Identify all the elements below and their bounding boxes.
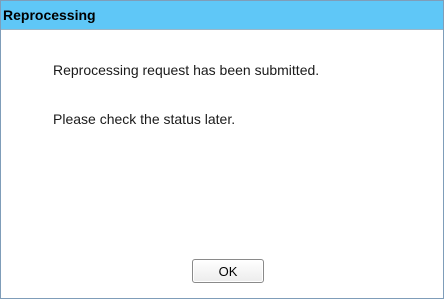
dialog-titlebar: Reprocessing xyxy=(1,1,443,30)
reprocessing-dialog: Reprocessing Reprocessing request has be… xyxy=(0,0,444,299)
ok-button[interactable]: OK xyxy=(192,259,264,283)
status-message: Please check the status later. xyxy=(53,111,236,127)
dialog-title: Reprocessing xyxy=(3,7,96,23)
submitted-message: Reprocessing request has been submitted. xyxy=(53,62,320,78)
